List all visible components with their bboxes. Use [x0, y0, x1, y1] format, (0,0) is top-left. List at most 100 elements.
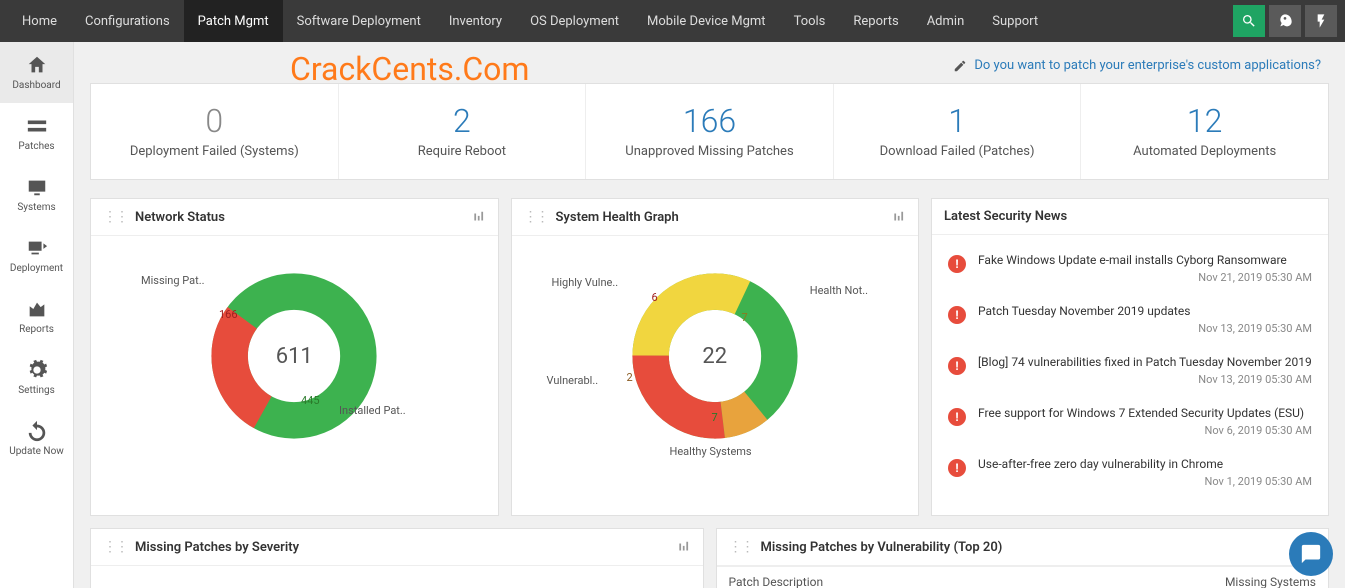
stat-label: Deployment Failed (Systems)	[99, 144, 330, 159]
news-item[interactable]: ! Fake Windows Update e-mail installs Cyb…	[936, 243, 1324, 294]
sidebar-icon	[26, 176, 48, 198]
sidebar-icon	[26, 420, 48, 442]
sidebar-deployment[interactable]: Deployment	[0, 225, 73, 286]
donut-total: 611	[276, 344, 313, 369]
stat-value: 1	[842, 102, 1073, 140]
vuln-table-header: Patch Description Missing Systems	[717, 566, 1329, 588]
news-item[interactable]: ! [Blog] 74 vulnerabilities fixed in Patc…	[936, 345, 1324, 396]
promo-bar: Do you want to patch your enterprise's c…	[90, 42, 1329, 73]
sidebar: DashboardPatchesSystemsDeploymentReports…	[0, 42, 74, 588]
news-item[interactable]: ! Use-after-free zero day vulnerability i…	[936, 447, 1324, 498]
stat-label: Require Reboot	[347, 144, 578, 159]
news-date: Nov 13, 2019 05:30 AM	[978, 373, 1312, 386]
panel-missing-vulnerability: ⋮⋮ Missing Patches by Vulnerability (Top…	[716, 528, 1330, 588]
search-icon	[1241, 13, 1257, 29]
drag-handle-icon[interactable]: ⋮⋮	[103, 539, 127, 555]
drag-handle-icon[interactable]: ⋮⋮	[524, 209, 548, 225]
panel-system-health: ⋮⋮ System Health Graph 22 Highly Vulne..…	[511, 198, 920, 516]
nav-mobile-device-mgmt[interactable]: Mobile Device Mgmt	[633, 0, 780, 42]
health-donut-chart[interactable]: 22 Highly Vulne.. 6 Health Not.. 7 Healt…	[512, 236, 919, 476]
chart-value: 166	[219, 308, 238, 321]
chart-options-icon[interactable]	[472, 210, 486, 224]
sidebar-icon	[26, 298, 48, 320]
nav-admin[interactable]: Admin	[913, 0, 979, 42]
sidebar-patches[interactable]: Patches	[0, 103, 73, 164]
nav-support[interactable]: Support	[978, 0, 1052, 42]
column-header[interactable]: Patch Description	[729, 575, 1225, 588]
nav-home[interactable]: Home	[8, 0, 71, 42]
stat-value: 2	[347, 102, 578, 140]
chart-options-icon[interactable]	[892, 210, 906, 224]
chart-value: 2	[627, 371, 633, 384]
search-button[interactable]	[1233, 5, 1265, 37]
stat-card[interactable]: 0Deployment Failed (Systems)	[91, 84, 339, 179]
panel-security-news: Latest Security News ! Fake Windows Updat…	[931, 198, 1329, 516]
top-nav: HomeConfigurationsPatch MgmtSoftware Dep…	[0, 0, 1345, 42]
chart-value: 445	[301, 394, 320, 407]
nav-inventory[interactable]: Inventory	[435, 0, 516, 42]
news-title: Use-after-free zero day vulnerability in…	[978, 457, 1312, 471]
sidebar-icon	[26, 359, 48, 381]
chart-options-icon[interactable]	[677, 540, 691, 554]
news-title: [Blog] 74 vulnerabilities fixed in Patch…	[978, 355, 1312, 369]
promo-link[interactable]: Do you want to patch your enterprise's c…	[974, 58, 1321, 73]
network-donut-chart[interactable]: 611 Missing Pat.. 166 445 Installed Pat.…	[91, 236, 498, 476]
chart-label: Highly Vulne..	[552, 276, 619, 289]
news-item[interactable]: !Patch Tuesday November 2019 updatesNov …	[936, 294, 1324, 345]
alert-icon: !	[948, 255, 966, 273]
sidebar-reports[interactable]: Reports	[0, 286, 73, 347]
nav-software-deployment[interactable]: Software Deployment	[283, 0, 435, 42]
sidebar-systems[interactable]: Systems	[0, 164, 73, 225]
panel-title: Network Status	[135, 210, 472, 225]
news-date: Nov 1, 2019 05:30 AM	[978, 475, 1312, 488]
news-item[interactable]: !Free support for Windows 7 Extended Sec…	[936, 396, 1324, 447]
panel-title: Missing Patches by Severity	[135, 540, 677, 555]
news-title: Patch Tuesday November 2019 updates	[978, 304, 1312, 318]
sidebar-dashboard[interactable]: Dashboard	[0, 42, 73, 103]
alert-icon: !	[948, 357, 966, 375]
sidebar-settings[interactable]: Settings	[0, 347, 73, 408]
chart-value: 7	[742, 311, 748, 324]
stat-card[interactable]: 1Download Failed (Patches)	[834, 84, 1082, 179]
stats-row: 0Deployment Failed (Systems)2 Require Reb…	[90, 83, 1329, 180]
stat-label: Automated Deployments	[1089, 144, 1320, 159]
sidebar-update-now[interactable]: Update Now	[0, 408, 73, 469]
news-date: Nov 6, 2019 05:30 AM	[978, 424, 1312, 437]
panel-missing-severity: ⋮⋮ Missing Patches by Severity	[90, 528, 704, 588]
chart-value: 7	[712, 411, 718, 424]
chart-label: Missing Pat..	[141, 274, 205, 287]
panel-title: System Health Graph	[556, 210, 893, 225]
nav-tools[interactable]: Tools	[780, 0, 840, 42]
stat-card[interactable]: 2 Require Reboot	[339, 84, 587, 179]
news-date: Nov 21, 2019 05:30 AM	[978, 271, 1312, 284]
nav-os-deployment[interactable]: OS Deployment	[516, 0, 633, 42]
chart-label: Healthy Systems	[670, 445, 752, 458]
sidebar-icon	[26, 237, 48, 259]
rocket-button[interactable]	[1269, 5, 1301, 37]
rocket-icon	[1277, 13, 1293, 29]
main-content: Do you want to patch your enterprise's c…	[74, 42, 1345, 588]
chart-label: Vulnerabl..	[547, 374, 599, 387]
nav-configurations[interactable]: Configurations	[71, 0, 184, 42]
drag-handle-icon[interactable]: ⋮⋮	[729, 539, 753, 555]
edit-icon	[953, 59, 967, 73]
stat-card[interactable]: 166 Unapproved Missing Patches	[586, 84, 834, 179]
donut-total: 22	[702, 344, 727, 369]
chat-button[interactable]	[1289, 532, 1333, 576]
news-list[interactable]: ! Fake Windows Update e-mail installs Cyb…	[932, 235, 1328, 515]
nav-patch-mgmt[interactable]: Patch Mgmt	[184, 0, 283, 42]
news-title: Fake Windows Update e-mail installs Cybo…	[978, 253, 1312, 267]
alert-icon: !	[948, 459, 966, 477]
panel-title: Latest Security News	[944, 209, 1316, 224]
nav-reports[interactable]: Reports	[839, 0, 912, 42]
stat-card[interactable]: 12 Automated Deployments	[1081, 84, 1328, 179]
stat-value: 166	[594, 102, 825, 140]
sidebar-icon	[26, 54, 48, 76]
stat-value: 12	[1089, 102, 1320, 140]
chat-icon	[1300, 543, 1322, 565]
column-header[interactable]: Missing Systems	[1225, 575, 1316, 588]
stat-label: Unapproved Missing Patches	[594, 144, 825, 159]
bolt-button[interactable]	[1305, 5, 1337, 37]
news-title: Free support for Windows 7 Extended Secu…	[978, 406, 1312, 420]
drag-handle-icon[interactable]: ⋮⋮	[103, 209, 127, 225]
